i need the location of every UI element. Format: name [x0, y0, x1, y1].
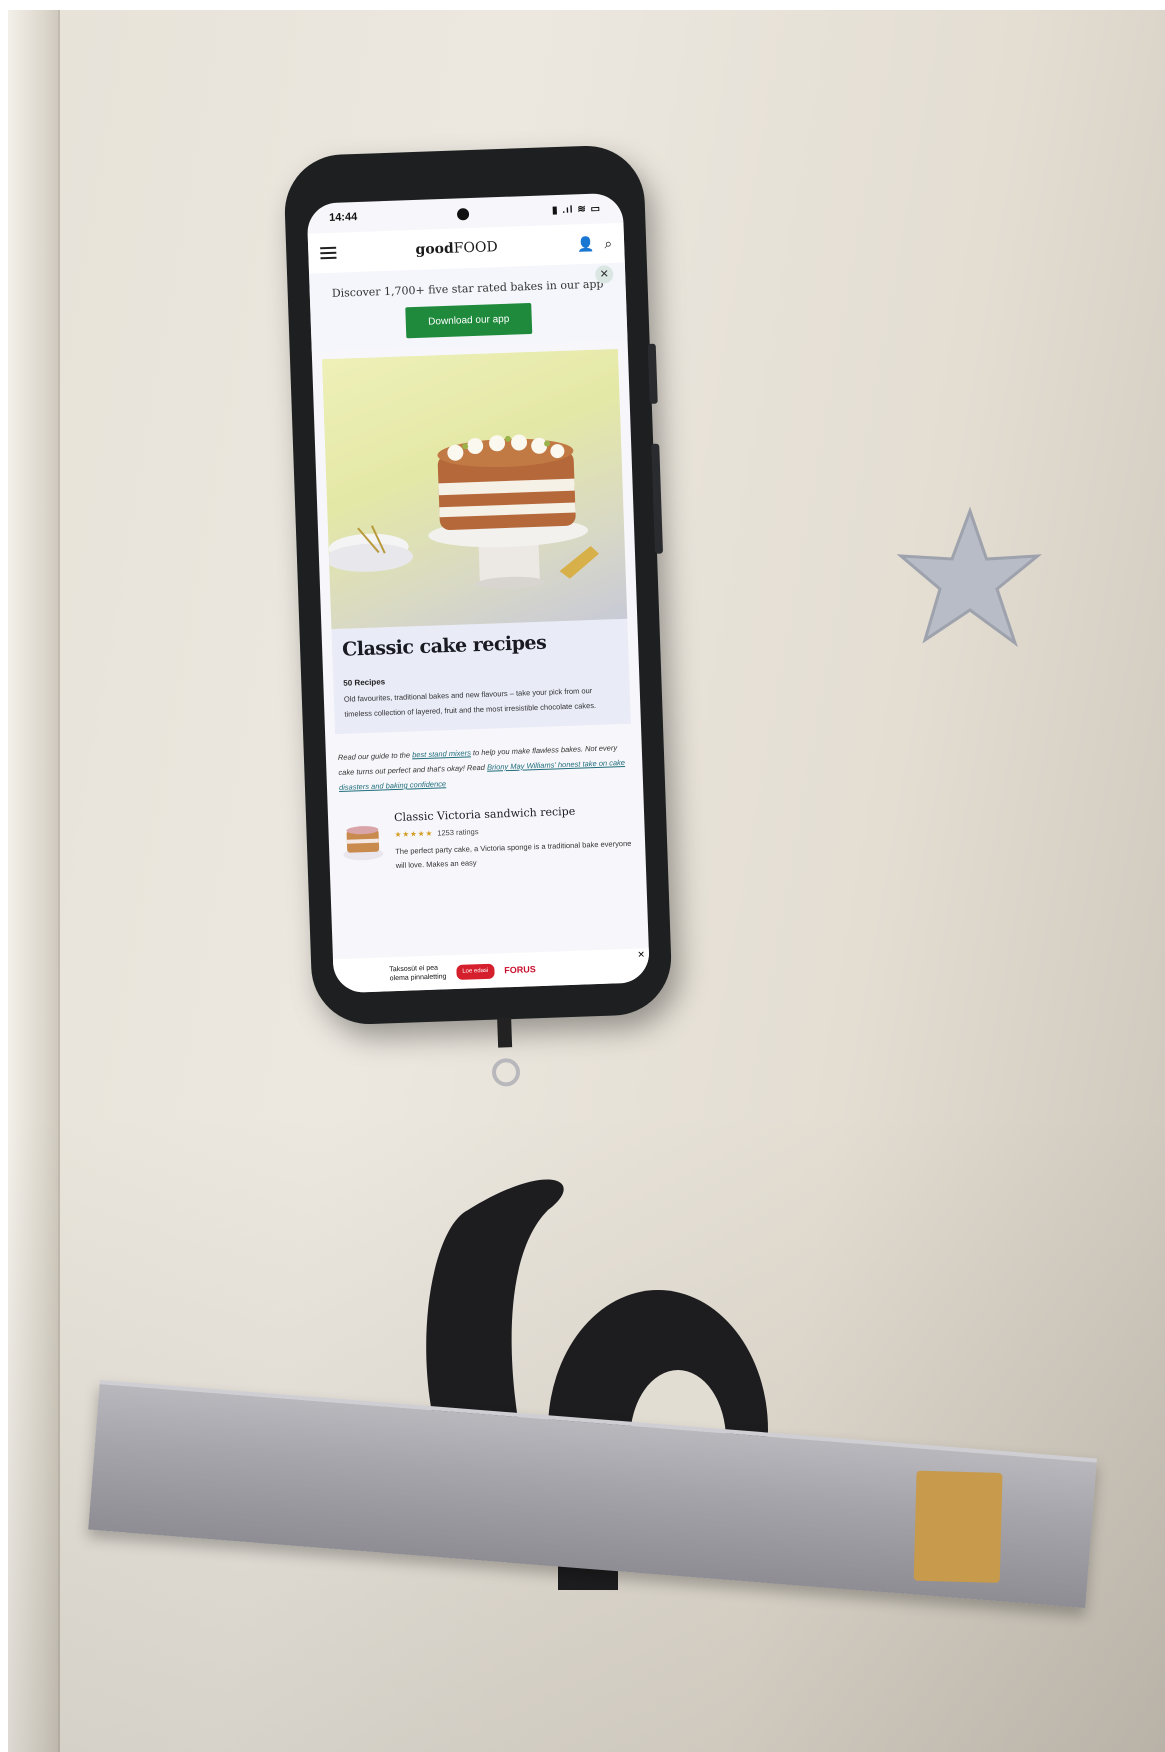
- logo-light-text: FOOD: [453, 239, 498, 257]
- volume-button: [647, 343, 658, 404]
- ad-cta-button[interactable]: Loe edasi: [456, 963, 495, 980]
- page-title: Classic cake recipes: [341, 631, 547, 661]
- ad-line-2: olema pinnaletting: [389, 973, 447, 983]
- photo-background: 14:44 ▮ .ıl ≋ ▭ goodFOOD 👤 ⌕ ✕ Discover …: [8, 10, 1165, 1752]
- download-app-button[interactable]: Download our app: [405, 302, 532, 339]
- lanyard-ring: [492, 1017, 521, 1087]
- logo-bold-text: good: [415, 240, 455, 258]
- search-icon[interactable]: ⌕: [604, 235, 612, 252]
- recipe-title[interactable]: Classic Victoria sandwich recipe: [394, 803, 632, 824]
- phone-screen: 14:44 ▮ .ıl ≋ ▭ goodFOOD 👤 ⌕ ✕ Discover …: [306, 192, 650, 994]
- cake-illustration: [325, 434, 599, 589]
- site-logo[interactable]: goodFOOD: [415, 239, 498, 258]
- star-rating-icon: ★★★★★: [394, 828, 434, 840]
- account-icon[interactable]: 👤: [577, 235, 595, 253]
- page-title-section: Classic cake recipes 50 Recipes Old favo…: [331, 618, 631, 735]
- intro-prefix: Read our guide to the: [337, 750, 413, 762]
- promo-text: Discover 1,700+ five star rated bakes in…: [331, 277, 604, 300]
- stand-mixers-link[interactable]: best stand mixers: [412, 748, 471, 759]
- system-status-icons: ▮ .ıl ≋ ▭: [551, 202, 602, 216]
- handle-sticker: [913, 1470, 1003, 1583]
- smartphone: 14:44 ▮ .ıl ≋ ▭ goodFOOD 👤 ⌕ ✕ Discover …: [282, 143, 674, 1087]
- ad-brand-logo: FORUS: [504, 963, 536, 975]
- recipe-thumbnail: [343, 826, 384, 861]
- ad-close-icon[interactable]: ✕: [637, 949, 645, 959]
- glitter-star-decoration: [896, 506, 1042, 647]
- status-time: 14:44: [328, 210, 358, 224]
- recipe-description: The perfect party cake, a Victoria spong…: [395, 838, 632, 871]
- hero-image-cake: [322, 348, 628, 630]
- app-promo-banner: Discover 1,700+ five star rated bakes in…: [309, 262, 628, 352]
- intro-paragraph: Read our guide to the best stand mixers …: [325, 723, 643, 795]
- recipe-rating: ★★★★★ 1253 ratings: [395, 822, 633, 839]
- recipe-card[interactable]: Classic Victoria sandwich recipe ★★★★★ 12…: [327, 784, 646, 875]
- ratings-count: 1253 ratings: [437, 827, 479, 838]
- menu-icon[interactable]: [320, 246, 337, 260]
